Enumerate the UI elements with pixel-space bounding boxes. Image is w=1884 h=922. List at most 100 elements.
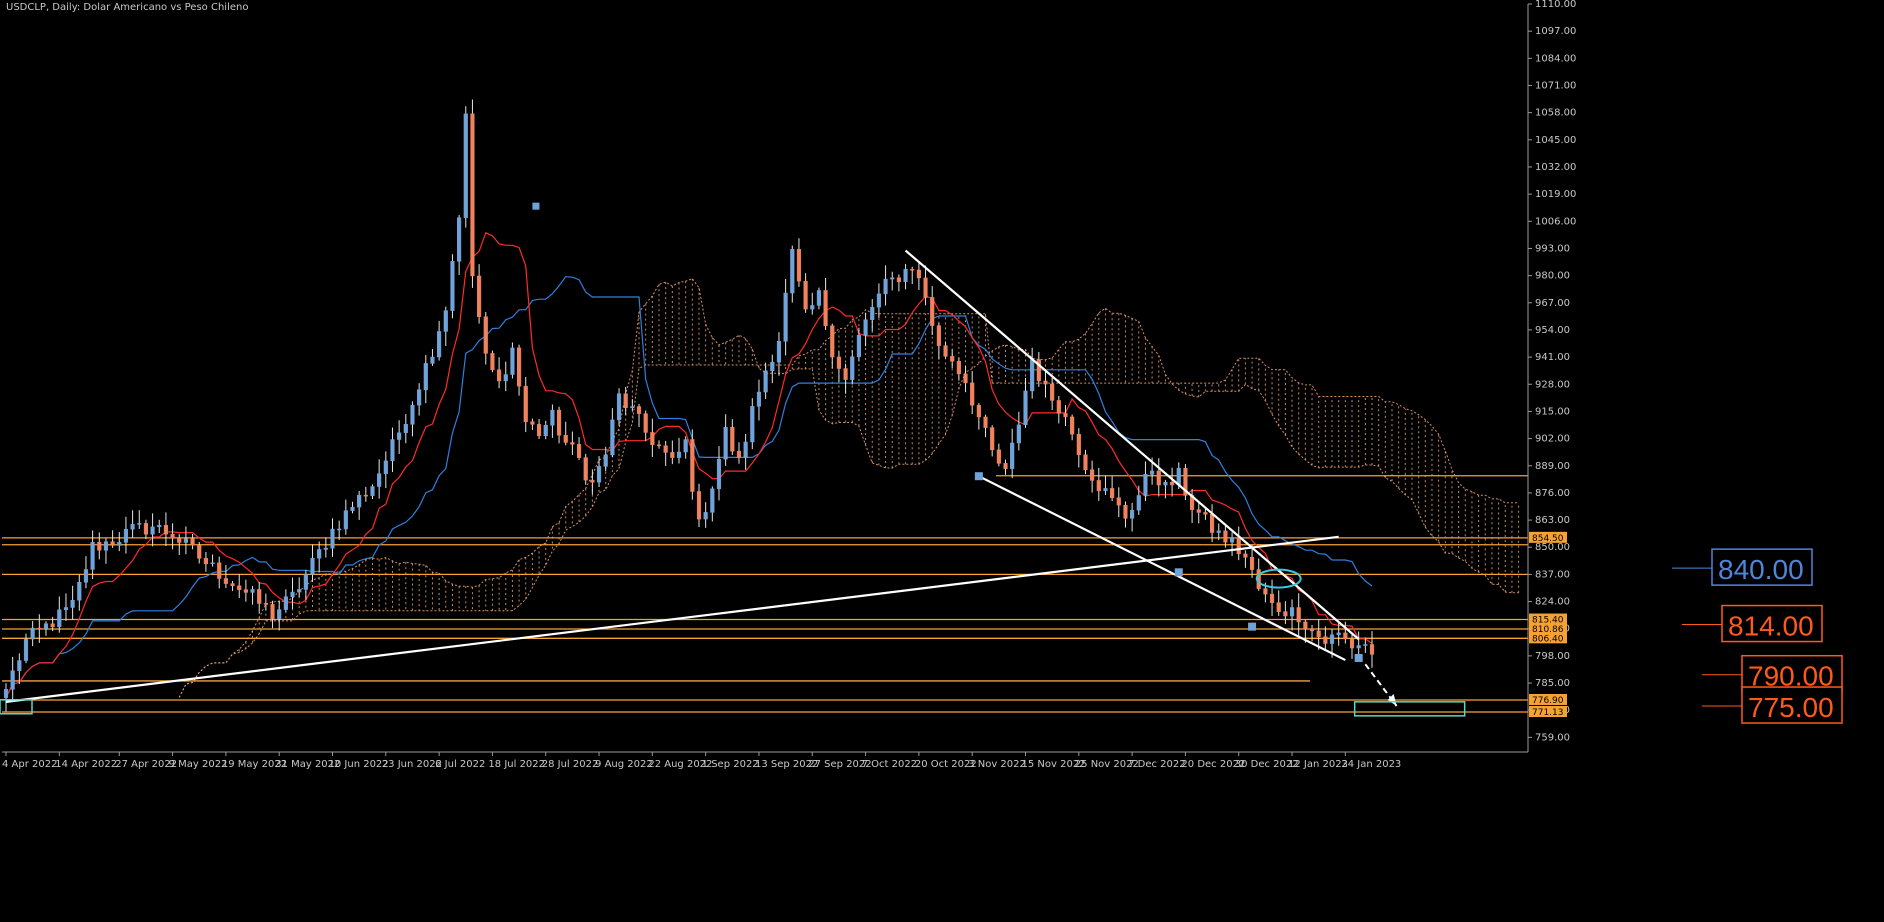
candle-body — [856, 334, 861, 357]
candle-body — [983, 416, 988, 428]
candle-body — [1203, 512, 1208, 515]
candle-body — [483, 316, 488, 354]
candle-body — [383, 460, 388, 474]
candle-body — [490, 353, 495, 371]
candle-body — [1243, 553, 1248, 558]
indicator-lines — [5, 231, 1373, 698]
candle-body — [736, 450, 742, 458]
x-tick-label: 14 Apr 2022 — [55, 759, 117, 770]
candle-body — [337, 528, 342, 531]
candle-body — [97, 542, 102, 551]
y-tick-label: 993.00 — [1535, 243, 1570, 254]
senkou-span-b — [178, 309, 1519, 698]
candle-body — [450, 261, 455, 311]
candle-body — [10, 670, 15, 690]
candle-body — [177, 538, 182, 543]
candle-body — [1070, 416, 1075, 435]
candle-body — [636, 406, 642, 414]
y-tick-label: 1097.00 — [1535, 26, 1576, 37]
y-tick-label: 1071.00 — [1535, 80, 1576, 91]
candle-body — [670, 452, 675, 458]
candle-body — [976, 405, 981, 418]
candle-body — [1016, 424, 1021, 444]
candle-body — [1110, 488, 1115, 499]
anchor-square — [974, 472, 983, 481]
candle-body — [996, 449, 1001, 464]
y-tick-label: 967.00 — [1535, 298, 1570, 309]
candle-body — [863, 319, 868, 336]
candle-body — [530, 421, 535, 425]
candle-body — [656, 444, 662, 447]
candle-body — [703, 512, 708, 520]
candle-body — [743, 441, 748, 458]
candle-body — [1003, 463, 1008, 469]
candle-body — [1363, 644, 1368, 646]
candle-body — [683, 439, 688, 453]
candle-body — [830, 325, 835, 358]
highlight-ellipse — [1255, 568, 1302, 589]
candle-body — [776, 341, 782, 363]
candle-body — [650, 432, 655, 446]
candle-body — [37, 627, 42, 630]
candle-body — [943, 345, 948, 357]
candle-body — [1090, 469, 1095, 481]
x-tick-label: 28 Jul 2022 — [542, 759, 599, 770]
candle-body — [497, 369, 502, 382]
candle-body — [263, 603, 268, 605]
candle-body — [83, 569, 89, 583]
candle-body — [150, 526, 155, 535]
candle-body — [1170, 482, 1175, 486]
candle-body — [403, 424, 408, 434]
candle-body — [623, 393, 628, 408]
candle-body — [763, 370, 768, 393]
candle-body — [956, 361, 961, 375]
candle-body — [950, 356, 955, 362]
candle-body — [603, 454, 608, 467]
candle-body — [1349, 638, 1355, 649]
candle-body — [470, 113, 475, 277]
candle-body — [457, 217, 462, 262]
y-tick-label: 941.00 — [1535, 352, 1570, 363]
y-tick-label: 889.00 — [1535, 461, 1570, 472]
candle-body — [137, 523, 142, 525]
candle-body — [317, 549, 322, 559]
y-tick-label: 902.00 — [1535, 434, 1570, 445]
candle-body — [1023, 390, 1028, 426]
y-tick-label: 1110.00 — [1535, 0, 1576, 10]
candle-body — [1309, 628, 1315, 632]
candle-body — [756, 391, 762, 407]
candle-body — [930, 297, 935, 326]
candle-body — [443, 310, 448, 332]
candle-body — [1223, 530, 1228, 543]
candle-body — [750, 406, 755, 443]
candle-body — [890, 277, 895, 280]
candle-body — [223, 578, 228, 584]
candle-body — [203, 558, 208, 565]
candle-body — [1163, 482, 1168, 486]
candle-body — [550, 409, 555, 426]
candle-body — [576, 444, 582, 458]
candle-body — [1263, 588, 1268, 595]
y-tick-label: 980.00 — [1535, 271, 1570, 282]
candle-body — [437, 331, 442, 358]
candle-body — [277, 609, 282, 619]
candle-body — [357, 494, 362, 508]
candle-body — [810, 305, 815, 310]
axes: 1110.00 1097.00 1084.00 1071.00 1058.00 1045.… — [2, 0, 1576, 770]
price-chart[interactable]: 1110.00 1097.00 1084.00 1071.00 1058.00 1045.… — [0, 0, 1884, 922]
candle-body — [630, 406, 635, 408]
candle-body — [1123, 504, 1128, 519]
target-labels: 840.00814.00790.00775.00 — [1672, 548, 1843, 724]
y-tick-label: 915.00 — [1535, 406, 1570, 417]
candle-body — [1343, 632, 1348, 640]
candle-body — [1030, 359, 1035, 392]
candle-body — [463, 113, 468, 218]
candle-body — [397, 432, 402, 440]
candle-body — [803, 280, 808, 310]
candle-body — [143, 523, 149, 535]
candle-body — [430, 356, 435, 364]
candle-body — [170, 533, 175, 539]
level-price-tag-label: 806.40 — [1532, 634, 1564, 644]
candle-body — [117, 542, 122, 546]
candle-body — [843, 368, 848, 380]
